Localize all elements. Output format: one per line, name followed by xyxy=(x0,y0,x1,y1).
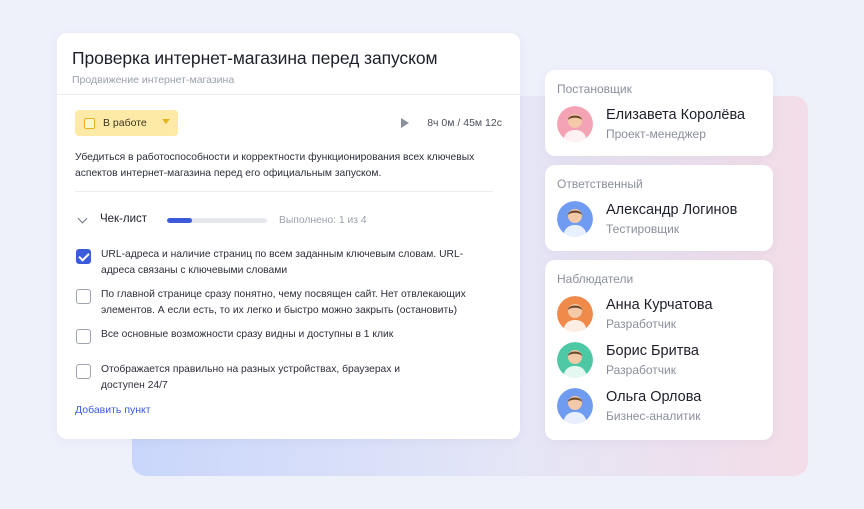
divider xyxy=(75,191,493,192)
checklist-progress-bar xyxy=(167,218,267,223)
status-row: В работе 8ч 0м / 45м 12с xyxy=(75,110,502,136)
checklist-item-text: URL-адреса и наличие страниц по всем зад… xyxy=(101,249,464,276)
person-role: Бизнес-аналитик xyxy=(606,409,701,423)
avatar xyxy=(557,201,593,237)
person-role: Тестировщик xyxy=(606,222,680,236)
checklist-item-text: По главной странице сразу понятно, чему … xyxy=(101,289,466,316)
checkbox[interactable] xyxy=(76,364,91,379)
person-avatar-icon xyxy=(557,342,593,378)
chevron-down-icon xyxy=(162,119,170,124)
time-tracker: 8ч 0м / 45м 12с xyxy=(427,117,502,129)
play-icon[interactable] xyxy=(401,118,409,128)
watchers-card: Наблюдатели Анна Курчатова Разработчик Б… xyxy=(545,260,773,440)
status-label: В работе xyxy=(103,117,147,129)
person-entry[interactable]: Анна Курчатова Разработчик xyxy=(557,296,773,332)
person-avatar-icon xyxy=(557,201,593,237)
checkbox[interactable] xyxy=(76,289,91,304)
person-role: Разработчик xyxy=(606,317,676,331)
person-entry[interactable]: Александр Логинов Тестировщик xyxy=(557,201,773,237)
status-square-icon xyxy=(84,117,95,129)
person-entry[interactable]: Ольга Орлова Бизнес-аналитик xyxy=(557,388,773,424)
task-header: Проверка интернет-магазина перед запуско… xyxy=(57,33,520,95)
task-description: Убедиться в работоспособности и корректн… xyxy=(75,152,475,179)
checkbox[interactable] xyxy=(76,249,91,264)
avatar xyxy=(557,388,593,424)
person-name: Анна Курчатова xyxy=(606,297,713,313)
person-name: Борис Бритва xyxy=(606,343,699,359)
watchers-title: Наблюдатели xyxy=(557,272,634,286)
avatar xyxy=(557,106,593,142)
person-avatar-icon xyxy=(557,106,593,142)
checklist-item-text: Отображается правильно на разных устройс… xyxy=(101,364,401,391)
add-checklist-item-link[interactable]: Добавить пункт xyxy=(75,404,151,416)
person-name: Ольга Орлова xyxy=(606,389,702,405)
person-avatar-icon xyxy=(557,388,593,424)
task-card: Проверка интернет-магазина перед запуско… xyxy=(57,33,520,439)
checklist-done-count: Выполнено: 1 из 4 xyxy=(279,215,367,226)
task-title: Проверка интернет-магазина перед запуско… xyxy=(72,48,438,68)
person-name: Елизавета Королёва xyxy=(606,107,746,123)
checklist-title: Чек-лист xyxy=(100,213,148,225)
progress-fill xyxy=(167,218,192,223)
avatar xyxy=(557,342,593,378)
avatar xyxy=(557,296,593,332)
responsible-title: Ответственный xyxy=(557,177,643,191)
collapse-chevron-icon[interactable] xyxy=(77,213,88,224)
person-role: Проект-менеджер xyxy=(606,127,706,141)
person-name: Александр Логинов xyxy=(606,202,738,218)
person-avatar-icon xyxy=(557,296,593,332)
checklist-header: Чек-лист Выполнено: 1 из 4 xyxy=(75,213,495,229)
checkbox[interactable] xyxy=(76,329,91,344)
person-entry[interactable]: Борис Бритва Разработчик xyxy=(557,342,773,378)
task-project-link[interactable]: Продвижение интернет-магазина xyxy=(72,74,505,86)
person-role: Разработчик xyxy=(606,363,676,377)
responsible-card: Ответственный Александр Логинов Тестиров… xyxy=(545,165,773,251)
checklist-item-text: Все основные возможности сразу видны и д… xyxy=(101,329,394,340)
status-dropdown[interactable]: В работе xyxy=(75,110,178,136)
assigner-card: Постановщик Елизавета Королёва Проект-ме… xyxy=(545,70,773,156)
person-entry[interactable]: Елизавета Королёва Проект-менеджер xyxy=(557,106,773,142)
assigner-title: Постановщик xyxy=(557,82,632,96)
